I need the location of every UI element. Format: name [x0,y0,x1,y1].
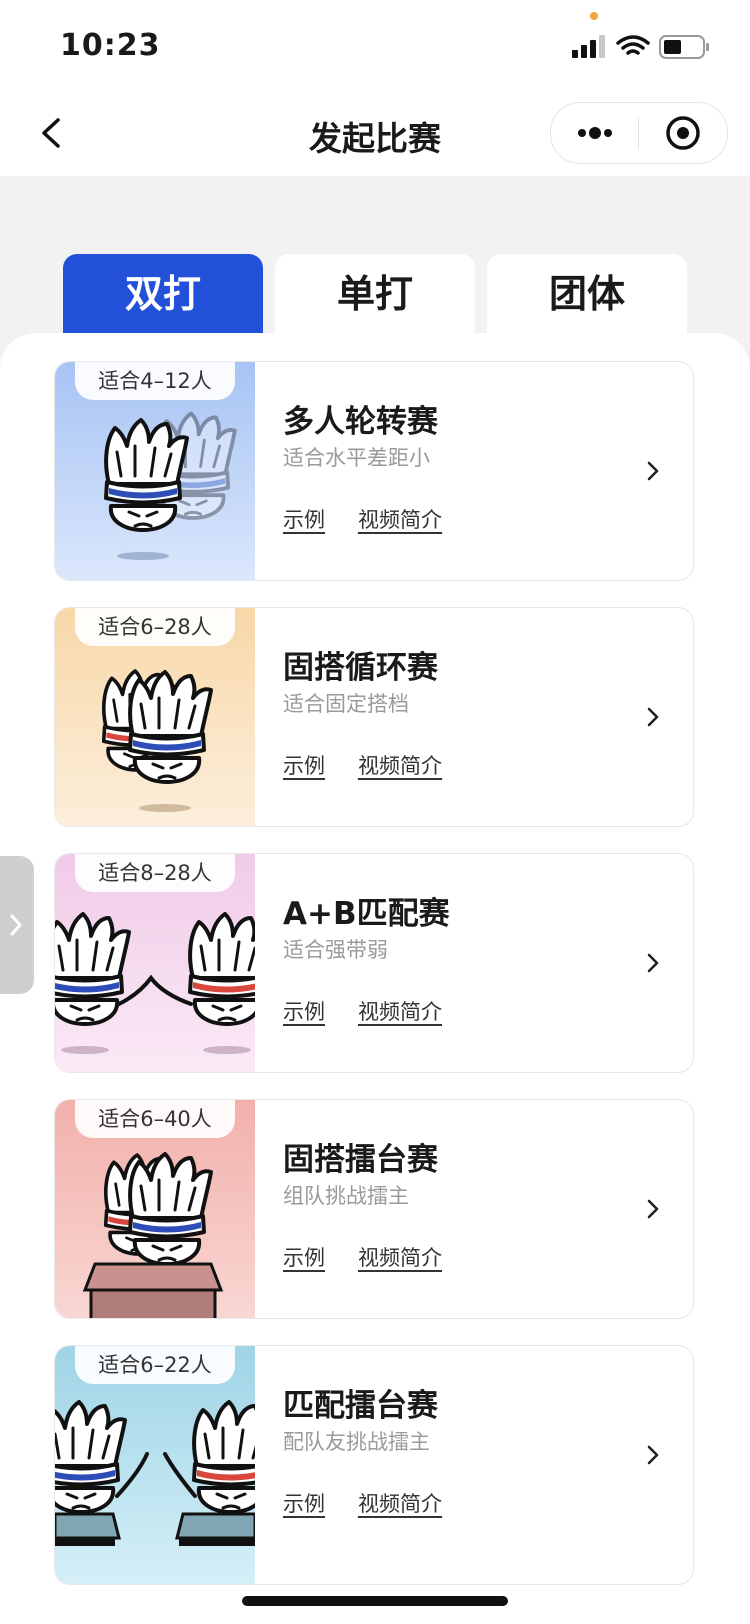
battery-icon [659,35,709,59]
tab-singles[interactable]: 单打 [275,254,475,334]
tab-team[interactable]: 团体 [487,254,687,334]
match-card-ab-matching[interactable]: 适合8–28人 A+B匹配赛 适合强带弱 示例 视频简介 [54,853,694,1073]
status-bar: 10:23 [0,0,750,90]
video-intro-link[interactable]: 视频简介 [358,996,442,1026]
chevron-right-icon [647,461,659,481]
more-dots-icon[interactable] [573,103,617,163]
player-range-badge: 适合6–28人 [75,608,235,646]
example-link[interactable]: 示例 [283,750,325,780]
card-thumbnail: 适合6–28人 [55,608,255,826]
video-intro-link[interactable]: 视频简介 [358,750,442,780]
status-icons [572,35,709,59]
mic-indicator-dot [590,12,598,20]
chevron-right-icon [10,914,22,936]
nav-bar: 发起比赛 [0,90,750,176]
card-thumbnail: 适合8–28人 [55,854,255,1072]
miniprogram-capsule [550,102,728,164]
card-title: 固搭擂台赛 [283,1142,438,1178]
match-card-rotation[interactable]: 适合4–12人 多人轮转赛 适合水平差距小 示例 视频简介 [54,361,694,581]
capsule-divider [638,117,639,149]
side-drawer-handle[interactable] [0,856,34,994]
match-card-fixed-round-robin[interactable]: 适合6–28人 固搭循环赛 适合固定搭档 示例 视频简介 [54,607,694,827]
video-intro-link[interactable]: 视频简介 [358,504,442,534]
card-title: 多人轮转赛 [283,404,438,440]
match-list-panel: 适合4–12人 多人轮转赛 适合水平差距小 示例 视频简介 适合6–28人 固搭… [0,333,750,1624]
card-title: 固搭循环赛 [283,650,438,686]
example-link[interactable]: 示例 [283,996,325,1026]
example-link[interactable]: 示例 [283,504,325,534]
chevron-right-icon [647,953,659,973]
status-time: 10:23 [60,28,161,63]
card-subtitle: 适合固定搭档 [283,692,409,716]
player-range-badge: 适合6–40人 [75,1100,235,1138]
example-link[interactable]: 示例 [283,1242,325,1272]
card-subtitle: 适合强带弱 [283,938,388,962]
card-thumbnail: 适合4–12人 [55,362,255,580]
player-range-badge: 适合6–22人 [75,1346,235,1384]
card-title: 匹配擂台赛 [283,1388,438,1424]
chevron-right-icon [647,707,659,727]
card-thumbnail: 适合6–40人 [55,1100,255,1318]
match-card-fixed-arena[interactable]: 适合6–40人 固搭擂台赛 组队挑战擂主 示例 视频简介 [54,1099,694,1319]
video-intro-link[interactable]: 视频简介 [358,1488,442,1518]
card-subtitle: 配队友挑战擂主 [283,1430,430,1454]
home-indicator [242,1596,508,1606]
video-intro-link[interactable]: 视频简介 [358,1242,442,1272]
target-icon[interactable] [655,103,711,163]
chevron-right-icon [647,1445,659,1465]
signal-icon [572,35,605,58]
match-type-tabs: 双打 单打 团体 [63,254,687,334]
card-subtitle: 组队挑战擂主 [283,1184,409,1208]
match-card-matched-arena[interactable]: 适合6–22人 匹配擂台赛 配队友挑战擂主 示例 视频简介 [54,1345,694,1585]
card-title: A+B匹配赛 [283,896,450,932]
card-thumbnail: 适合6–22人 [55,1346,255,1584]
example-link[interactable]: 示例 [283,1488,325,1518]
chevron-right-icon [647,1199,659,1219]
player-range-badge: 适合4–12人 [75,362,235,400]
tab-doubles[interactable]: 双打 [63,254,263,334]
wifi-icon [616,35,650,55]
card-subtitle: 适合水平差距小 [283,446,430,470]
player-range-badge: 适合8–28人 [75,854,235,892]
